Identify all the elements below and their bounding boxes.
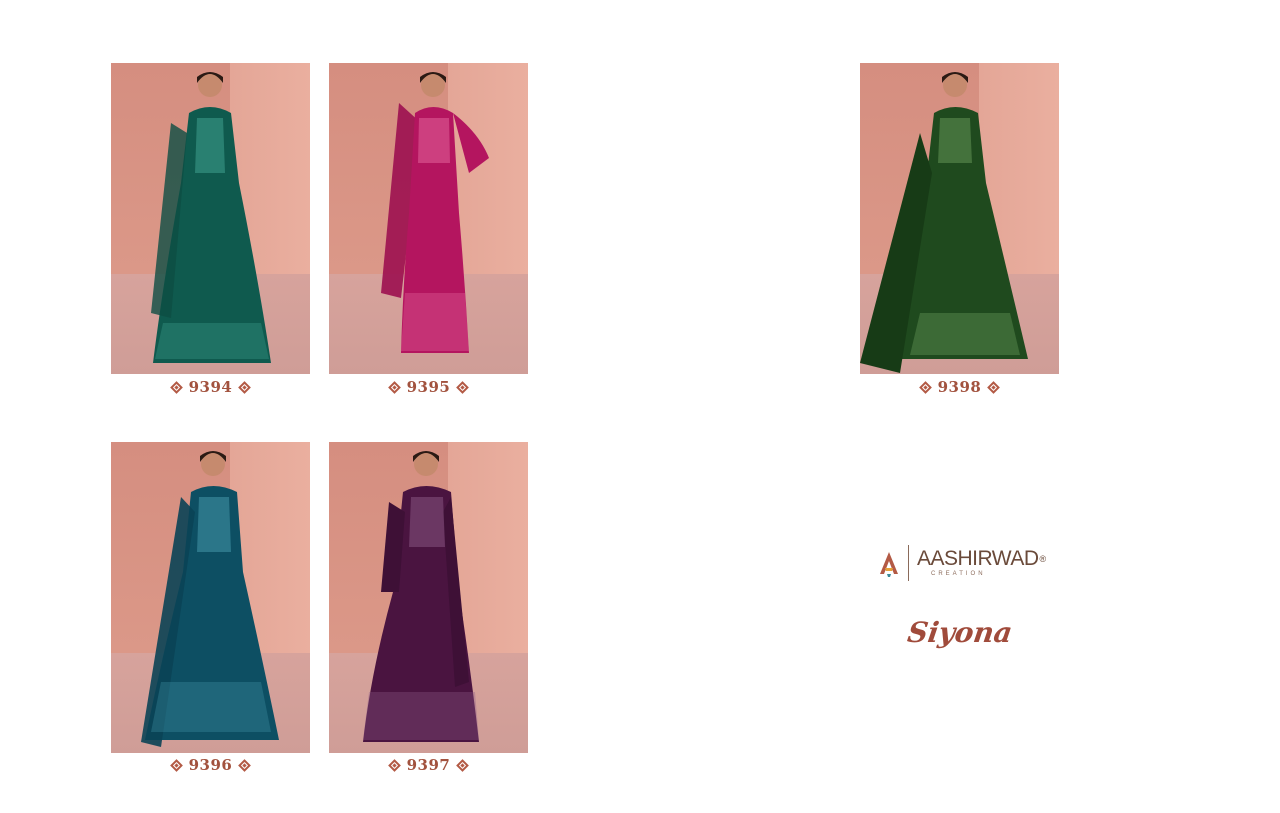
product-code: 9396 bbox=[111, 755, 310, 775]
product-code-label: 9395 bbox=[406, 378, 451, 396]
product-code: 9397 bbox=[329, 755, 528, 775]
brand-name-block: AASHIRWAD® CREATION bbox=[917, 548, 1046, 578]
diamond-ornament-icon bbox=[387, 758, 401, 772]
model-figure bbox=[141, 451, 279, 747]
product-image-9397[interactable] bbox=[329, 442, 528, 753]
diamond-ornament-icon bbox=[169, 758, 183, 772]
product-image-9395[interactable] bbox=[329, 63, 528, 374]
diamond-ornament-icon bbox=[169, 380, 183, 394]
diamond-ornament-icon bbox=[456, 758, 470, 772]
model-figure bbox=[363, 451, 479, 742]
brand-divider bbox=[908, 545, 909, 581]
product-code: 9398 bbox=[860, 377, 1059, 397]
product-code-label: 9394 bbox=[188, 378, 233, 396]
model-figure bbox=[860, 72, 1028, 373]
model-figure bbox=[151, 72, 271, 363]
product-code-label: 9396 bbox=[188, 756, 233, 774]
product-image-9396[interactable] bbox=[111, 442, 310, 753]
brand-logo: AASHIRWAD® CREATION bbox=[878, 545, 1046, 581]
diamond-ornament-icon bbox=[238, 380, 252, 394]
product-code: 9395 bbox=[329, 377, 528, 397]
product-code: 9394 bbox=[111, 377, 310, 397]
product-code-label: 9397 bbox=[406, 756, 451, 774]
diamond-ornament-icon bbox=[238, 758, 252, 772]
model-figure bbox=[381, 72, 489, 353]
collection-title: Siyona bbox=[905, 616, 1015, 649]
product-image-9394[interactable] bbox=[111, 63, 310, 374]
brand-subtitle: CREATION bbox=[931, 571, 986, 577]
diamond-ornament-icon bbox=[456, 380, 470, 394]
registered-mark: ® bbox=[1039, 554, 1047, 564]
brand-logo-icon bbox=[880, 552, 898, 577]
product-image-9398[interactable] bbox=[860, 63, 1059, 374]
product-code-label: 9398 bbox=[937, 378, 982, 396]
diamond-ornament-icon bbox=[387, 380, 401, 394]
brand-name: AASHIRWAD® bbox=[917, 547, 1047, 570]
diamond-ornament-icon bbox=[987, 380, 1001, 394]
diamond-ornament-icon bbox=[918, 380, 932, 394]
